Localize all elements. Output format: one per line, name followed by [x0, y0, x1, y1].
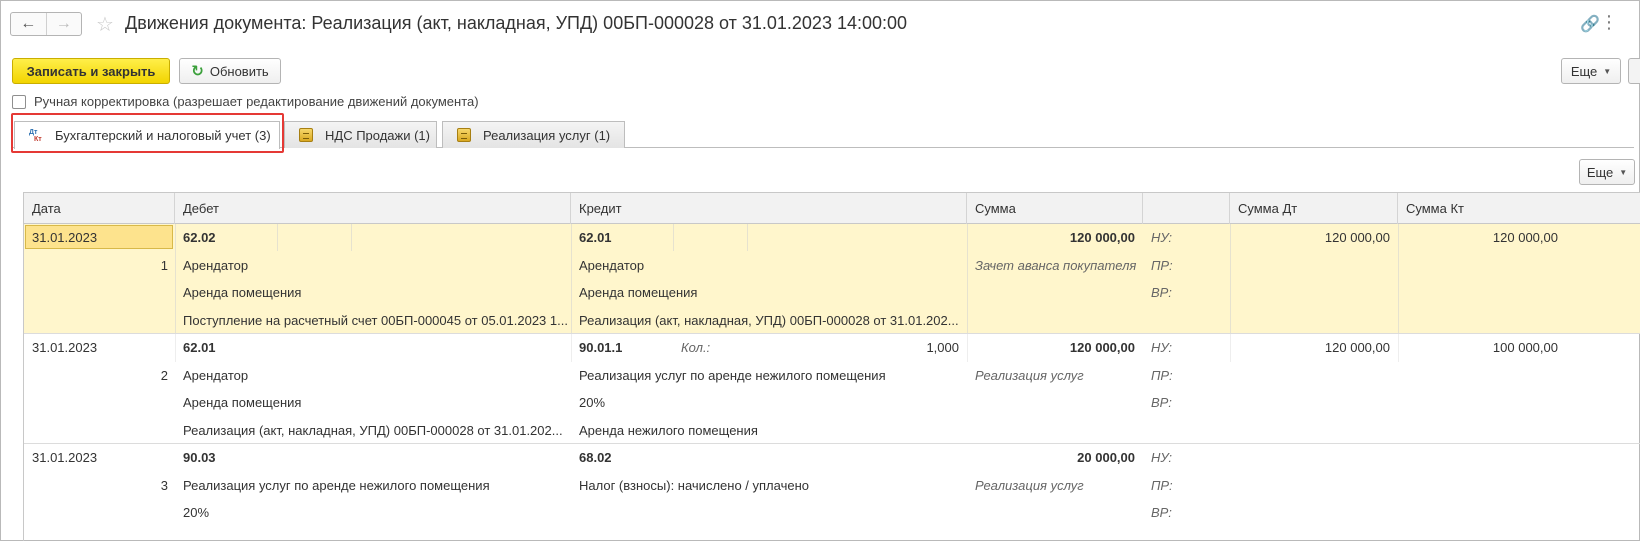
- tab-highlight-frame: [11, 113, 284, 153]
- favorite-star-icon[interactable]: ☆: [96, 12, 114, 37]
- row-number: 3: [160, 478, 168, 493]
- debit-subconto-1: Арендатор: [183, 258, 249, 273]
- back-icon[interactable]: ←: [11, 13, 46, 35]
- tab-vat-sales-label: НДС Продажи (1): [325, 127, 430, 143]
- postings-table: Дата Дебет Кредит Сумма Сумма Дт Сумма К…: [23, 192, 1640, 541]
- table-more-label: Еще: [1586, 164, 1614, 180]
- table-header: Дата Дебет Кредит Сумма Сумма Дт Сумма К…: [24, 193, 1640, 224]
- row-date: 31.01.2023: [32, 340, 98, 355]
- save-and-close-label: Записать и закрыть: [26, 63, 156, 79]
- tab-vat-sales[interactable]: НДС Продажи (1): [284, 121, 437, 148]
- column-header-date[interactable]: Дата: [24, 193, 175, 224]
- credit-subconto-2: Аренда помещения: [579, 285, 698, 300]
- operation-content: Реализация услуг: [975, 368, 1084, 383]
- vr-label: ВР:: [1151, 505, 1172, 520]
- credit-account: 68.02: [579, 450, 612, 465]
- debit-account: 62.01: [183, 340, 216, 355]
- debit-subconto-2: Аренда помещения: [183, 285, 302, 300]
- operation-content: Реализация услуг: [975, 478, 1084, 493]
- chevron-down-icon: ▼: [1619, 167, 1628, 177]
- sum-kt: 120 000,00: [1492, 230, 1558, 245]
- amount: 120 000,00: [1069, 340, 1135, 355]
- side-panel-edge[interactable]: [1628, 58, 1640, 84]
- refresh-button[interactable]: ↻ Обновить: [179, 58, 281, 84]
- pr-label: ПР:: [1151, 258, 1173, 273]
- row-number: 2: [160, 368, 168, 383]
- table-row[interactable]: 31.01.2023 2 62.01 Арендатор Аренда поме…: [24, 334, 1640, 444]
- debit-subconto-1: Реализация услуг по аренде нежилого поме…: [183, 478, 490, 493]
- column-header-tax-type[interactable]: [1143, 193, 1230, 224]
- sum-dt: 120 000,00: [1324, 230, 1390, 245]
- debit-subconto-1: Арендатор: [183, 368, 249, 383]
- forward-icon[interactable]: →: [45, 13, 82, 35]
- manual-edit-checkbox[interactable]: [12, 94, 26, 109]
- operation-content: Зачет аванса покупателя: [975, 258, 1137, 273]
- credit-subconto-1: Арендатор: [579, 258, 645, 273]
- row-date: 31.01.2023: [32, 450, 98, 465]
- nu-label: НУ:: [1151, 340, 1173, 355]
- debit-account: 62.02: [183, 230, 216, 245]
- credit-subconto-2: 20%: [579, 395, 606, 410]
- manual-edit-row: Ручная корректировка (разрешает редактир…: [12, 94, 479, 109]
- debit-account: 90.03: [183, 450, 216, 465]
- credit-subconto-1: Налог (взносы): начислено / уплачено: [579, 478, 809, 493]
- pr-label: ПР:: [1151, 478, 1173, 493]
- table-row[interactable]: 31.01.2023 1 62.02 Арендатор Аренда поме…: [24, 224, 1640, 334]
- column-header-sum-kt[interactable]: Сумма Кт: [1398, 193, 1640, 224]
- row-number: 1: [160, 258, 168, 273]
- debit-subconto-2: Аренда помещения: [183, 395, 302, 410]
- debit-subconto-3: Реализация (акт, накладная, УПД) 00БП-00…: [183, 423, 563, 438]
- debit-subconto-2: 20%: [183, 505, 210, 520]
- credit-subconto-3: Аренда нежилого помещения: [579, 423, 758, 438]
- vr-label: ВР:: [1151, 395, 1172, 410]
- credit-account: 62.01: [579, 230, 612, 245]
- table-more-button[interactable]: Еще ▼: [1579, 159, 1635, 185]
- row-date: 31.01.2023: [32, 230, 98, 245]
- column-header-debit[interactable]: Дебет: [175, 193, 571, 224]
- register-icon: [299, 128, 313, 142]
- more-actions-button[interactable]: Еще ▼: [1561, 58, 1621, 84]
- credit-subconto-3: Реализация (акт, накладная, УПД) 00БП-00…: [579, 313, 959, 328]
- nu-label: НУ:: [1151, 450, 1173, 465]
- amount: 120 000,00: [1069, 230, 1135, 245]
- credit-account: 90.01.1: [579, 340, 623, 355]
- credit-subconto-1: Реализация услуг по аренде нежилого поме…: [579, 368, 886, 383]
- amount: 20 000,00: [1077, 450, 1135, 465]
- nu-label: НУ:: [1151, 230, 1173, 245]
- quantity-value: 1,000: [926, 340, 959, 355]
- pr-label: ПР:: [1151, 368, 1173, 383]
- table-row[interactable]: 31.01.2023 3 90.03 Реализация услуг по а…: [24, 444, 1640, 541]
- sum-dt: 120 000,00: [1324, 340, 1390, 355]
- save-and-close-button[interactable]: Записать и закрыть: [12, 58, 170, 84]
- more-actions-label: Еще: [1570, 63, 1598, 79]
- page-title: Движения документа: Реализация (акт, нак…: [125, 13, 908, 33]
- manual-edit-label[interactable]: Ручная корректировка (разрешает редактир…: [34, 94, 479, 109]
- refresh-label: Обновить: [209, 63, 269, 79]
- navigation-buttons: ← →: [10, 12, 82, 36]
- link-icon[interactable]: 🔗: [1580, 14, 1600, 34]
- quantity-label: Кол.:: [681, 340, 711, 355]
- debit-subconto-3: Поступление на расчетный счет 00БП-00004…: [183, 313, 567, 328]
- sum-kt: 100 000,00: [1492, 340, 1558, 355]
- window-header: ← → ☆ Движения документа: Реализация (ак…: [10, 10, 1630, 38]
- column-header-credit[interactable]: Кредит: [571, 193, 967, 224]
- tab-services-sales[interactable]: Реализация услуг (1): [442, 121, 625, 148]
- vr-label: ВР:: [1151, 285, 1172, 300]
- more-menu-icon[interactable]: ⋮: [1600, 12, 1618, 33]
- refresh-icon: ↻: [191, 63, 204, 80]
- register-icon: [457, 128, 471, 142]
- column-header-amount[interactable]: Сумма: [967, 193, 1143, 224]
- chevron-down-icon: ▼: [1603, 66, 1612, 76]
- column-header-sum-dt[interactable]: Сумма Дт: [1230, 193, 1398, 224]
- tab-services-sales-label: Реализация услуг (1): [483, 127, 611, 143]
